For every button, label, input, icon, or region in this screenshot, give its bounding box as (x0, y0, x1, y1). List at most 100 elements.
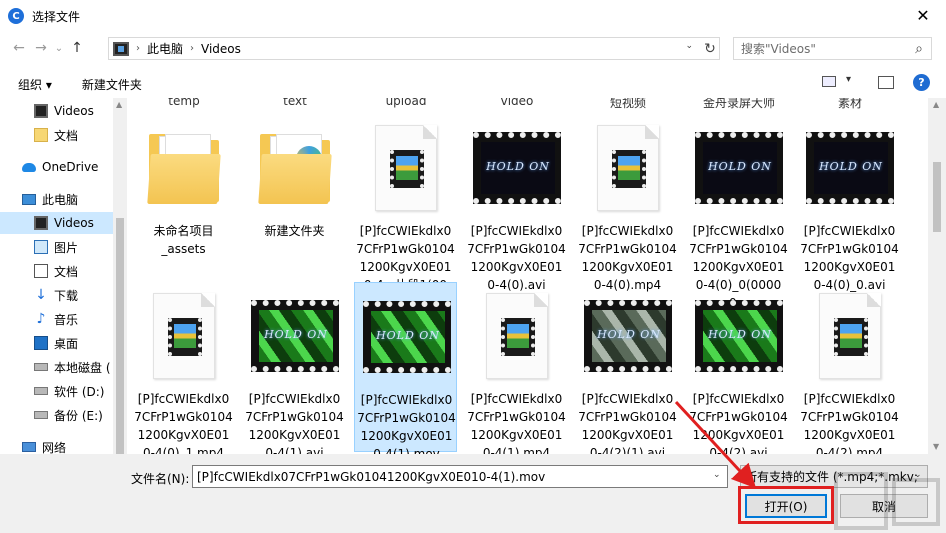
new-folder-button[interactable]: 新建文件夹 (82, 76, 142, 93)
file-item[interactable]: HOLD ON [P]fcCWIEkdlx07CFrP1wGk01041200Kg… (687, 282, 790, 454)
videos-folder-icon (113, 41, 129, 56)
video-file-icon (486, 293, 548, 379)
sidebar-item[interactable]: Videos (0, 212, 126, 234)
close-button[interactable]: ✕ (900, 0, 946, 30)
sidebar-item[interactable]: ↓ 下载 (0, 284, 126, 306)
sidebar-item[interactable]: 图片 (0, 236, 126, 258)
up-arrow-icon[interactable]: ↑ (66, 37, 88, 59)
preview-pane-icon[interactable] (878, 76, 894, 89)
file-item[interactable]: 未命名项目 _assets (132, 114, 235, 284)
thumbnail-caption: HOLD ON (486, 160, 550, 173)
filename-label: 文件名(N): (131, 472, 190, 486)
video-thumbnail-icon: HOLD ON (251, 300, 339, 372)
sidebar-item[interactable]: 文档 (0, 124, 126, 146)
filename-dropdown-icon[interactable]: ⌄ (713, 470, 721, 480)
pictures-icon (34, 240, 48, 254)
annotation-highlight-box (738, 486, 834, 524)
back-arrow-icon[interactable]: ← (8, 37, 30, 59)
sidebar-item-label: 本地磁盘 ( (54, 360, 111, 375)
filename-input[interactable]: [P]fcCWIEkdlx07CFrP1wGk01041200KgvX0E010… (192, 465, 728, 488)
thumbnail-caption: HOLD ON (819, 160, 883, 173)
file-name: [P]fcCWIEkdlx07CFrP1wGk01041200KgvX0E010… (357, 393, 456, 454)
file-item[interactable]: [P]fcCWIEkdlx07CFrP1wGk01041200KgvX0E010… (354, 114, 457, 310)
thumbnail-caption: HOLD ON (264, 328, 328, 341)
forward-arrow-icon[interactable]: → (30, 37, 52, 59)
partial-file-label[interactable]: text (245, 98, 345, 108)
sidebar-item[interactable]: ♪ 音乐 (0, 308, 126, 330)
network-icon (22, 442, 36, 452)
breadcrumb-separator-icon: › (190, 43, 195, 54)
breadcrumb-this-pc[interactable]: 此电脑 (147, 40, 183, 57)
search-box[interactable]: 搜索"Videos" ⌕ (733, 37, 932, 60)
file-item[interactable]: HOLD ON [P]fcCWIEkdlx07CFrP1wGk01041200Kg… (243, 282, 346, 454)
file-name: 未命名项目 _assets (153, 224, 214, 256)
file-item[interactable]: HOLD ON [P]fcCWIEkdlx07CFrP1wGk01041200Kg… (354, 282, 457, 454)
partial-file-label[interactable]: video (467, 98, 567, 108)
file-item[interactable]: [P]fcCWIEkdlx07CFrP1wGk01041200KgvX0E010… (132, 282, 235, 454)
document-icon (34, 264, 48, 278)
help-icon[interactable]: ? (913, 74, 930, 91)
file-thumbnail (140, 288, 228, 384)
search-input[interactable]: 搜索"Videos" (741, 40, 816, 57)
download-icon: ↓ (35, 287, 47, 303)
file-item[interactable]: HOLD ON [P]fcCWIEkdlx07CFrP1wGk01041200Kg… (576, 282, 679, 454)
sidebar-item[interactable]: 桌面 (0, 332, 126, 354)
file-item[interactable]: [P]fcCWIEkdlx07CFrP1wGk01041200KgvX0E010… (798, 282, 901, 454)
recent-locations-icon[interactable]: ⌄ (52, 37, 66, 59)
desktop-icon (34, 336, 48, 350)
sidebar-item-label: Videos (54, 104, 94, 118)
navigation-pane: Videos 文档 OneDrive 此电脑 Videos 图片 文档 ↓ 下载 ♪ 音乐 桌面 本地磁… (0, 98, 127, 454)
sidebar-item[interactable]: 文档 (0, 260, 126, 282)
partial-file-label[interactable]: 素材 (800, 98, 900, 111)
scroll-up-icon[interactable]: ▲ (116, 100, 122, 109)
sidebar-item-label: 文档 (54, 264, 79, 279)
file-item[interactable]: HOLD ON [P]fcCWIEkdlx07CFrP1wGk01041200Kg… (465, 114, 568, 292)
file-list-scrollbar[interactable]: ▲ ▼ (928, 98, 946, 454)
sidebar-item[interactable]: OneDrive (0, 156, 126, 178)
partial-file-label[interactable]: 短视频 (578, 98, 678, 111)
sidebar-item-label: OneDrive (42, 160, 99, 174)
file-item[interactable]: HOLD ON [P]fcCWIEkdlx07CFrP1wGk01041200Kg… (798, 114, 901, 292)
sidebar-item-label: Videos (54, 216, 94, 230)
file-name: [P]fcCWIEkdlx07CFrP1wGk01041200KgvX0E010… (800, 392, 899, 454)
sidebar-scrollbar[interactable]: ▲ (113, 98, 127, 454)
organize-button[interactable]: 组织 ▾ (18, 76, 52, 93)
cloud-icon (22, 162, 36, 172)
sidebar-item[interactable]: 网络 (0, 436, 126, 454)
partial-file-label[interactable]: upload (356, 98, 456, 108)
address-bar[interactable]: › 此电脑 › Videos ⌄ (108, 37, 720, 60)
video-file-icon (153, 293, 215, 379)
sidebar-scroll-thumb[interactable] (116, 218, 124, 454)
sidebar-item-label: 备份 (E:) (54, 408, 103, 423)
sidebar-item[interactable]: Videos (0, 100, 126, 122)
thumbnail-caption: HOLD ON (708, 160, 772, 173)
file-item[interactable]: [P]fcCWIEkdlx07CFrP1wGk01041200KgvX0E010… (576, 114, 679, 292)
search-icon: ⌕ (915, 40, 923, 57)
breadcrumb-separator-icon: › (136, 43, 140, 54)
sidebar-item[interactable]: 本地磁盘 ( (0, 356, 126, 378)
sidebar-item[interactable]: 软件 (D:) (0, 380, 126, 402)
view-mode-icon[interactable] (822, 76, 836, 87)
file-item[interactable]: 新建文件夹 (243, 114, 346, 284)
breadcrumb-videos[interactable]: Videos (201, 42, 241, 56)
address-dropdown-icon[interactable]: ⌄ (685, 41, 693, 51)
file-thumbnail (473, 288, 561, 384)
sidebar-item-label: 软件 (D:) (54, 384, 105, 399)
file-list-scroll-thumb[interactable] (933, 162, 941, 232)
file-thumbnail: HOLD ON (251, 288, 339, 384)
file-thumbnail: HOLD ON (363, 289, 451, 385)
scroll-down-icon[interactable]: ▼ (933, 442, 939, 451)
film-icon (34, 104, 48, 118)
refresh-icon[interactable]: ↻ (700, 37, 720, 60)
file-name: [P]fcCWIEkdlx07CFrP1wGk01041200KgvX0E010… (689, 392, 788, 454)
partial-file-label[interactable]: 金舟录屏大师 (689, 98, 789, 111)
scroll-up-icon[interactable]: ▲ (933, 100, 939, 109)
file-item[interactable]: HOLD ON [P]fcCWIEkdlx07CFrP1wGk01041200Kg… (687, 114, 790, 310)
thumbnail-caption: HOLD ON (597, 328, 661, 341)
sidebar-item[interactable]: 备份 (E:) (0, 404, 126, 426)
file-item[interactable]: [P]fcCWIEkdlx07CFrP1wGk01041200KgvX0E010… (465, 282, 568, 454)
folder-icon (258, 132, 332, 204)
view-dropdown-icon[interactable]: ▾ (846, 74, 851, 85)
partial-file-label[interactable]: temp (134, 98, 234, 108)
sidebar-item[interactable]: 此电脑 (0, 188, 126, 210)
